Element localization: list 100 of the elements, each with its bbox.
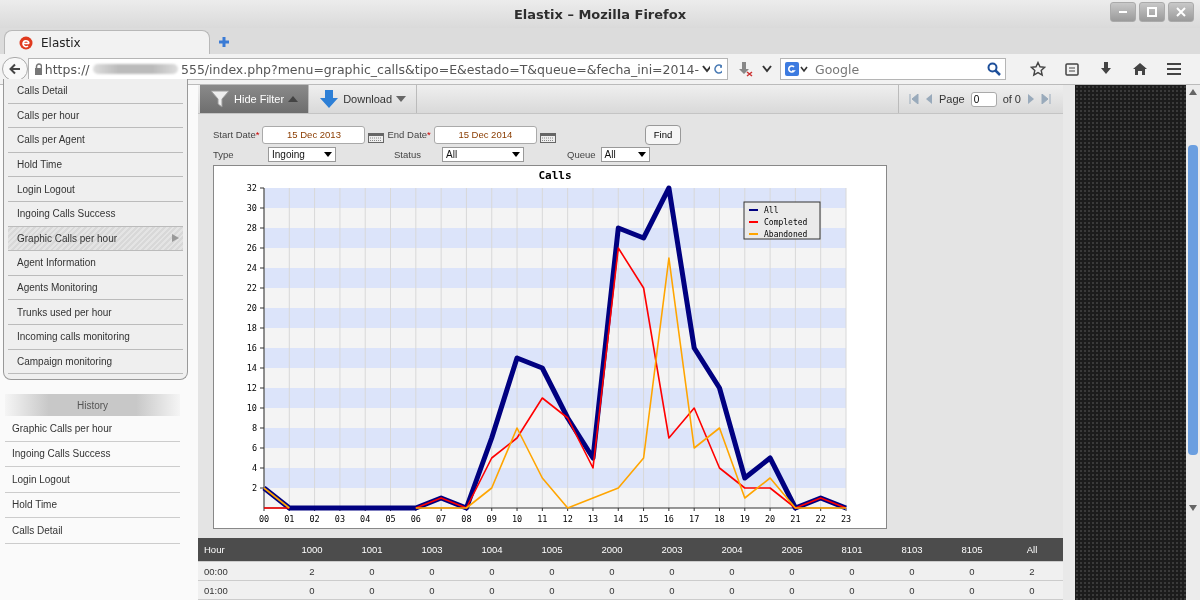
x-tick-label: 06 — [410, 514, 421, 524]
x-tick-label: 00 — [258, 514, 270, 524]
y-tick-label: 18 — [246, 323, 257, 333]
x-tick-label: 12 — [562, 514, 573, 524]
history-link[interactable]: Ingoing Calls Success — [5, 441, 180, 468]
x-tick-label: 16 — [663, 514, 674, 524]
type-label: Type — [213, 148, 235, 160]
column-header: Hour — [203, 544, 226, 555]
table-cell-text: 2 — [1028, 565, 1036, 577]
table-cell-text: 0 — [908, 565, 916, 577]
table-cell-text: 0 — [908, 584, 916, 596]
address-field[interactable]: https:// 555/index.php?menu=graphic_calls&tipo=E&estado=T&queue=&fecha_ini=2014- — [28, 58, 728, 80]
x-tick-label: 15 — [638, 514, 649, 524]
queue-label: Queue — [567, 148, 596, 160]
x-tick-label: 11 — [537, 514, 548, 524]
x-tick-label: 17 — [689, 514, 700, 524]
x-tick-label: 07 — [436, 514, 447, 524]
y-tick-label: 14 — [246, 363, 257, 373]
url-scheme: https:// — [44, 61, 90, 77]
history-link[interactable]: Hold Time — [5, 492, 180, 519]
table-cell-text: 0 — [308, 584, 316, 596]
type-select[interactable]: Ingoing — [268, 146, 336, 162]
x-tick-label: 18 — [714, 514, 725, 524]
end-date-field[interactable]: 15 Dec 2014 — [433, 125, 537, 144]
y-tick-label: 10 — [246, 403, 257, 413]
column-header: 2005 — [780, 544, 804, 555]
download-button[interactable]: Download — [309, 85, 418, 113]
table-cell-text: 0 — [788, 584, 796, 596]
start-date-label: Start Date* — [213, 129, 260, 140]
y-tick-label: 4 — [251, 463, 257, 473]
y-tick-label: 22 — [246, 283, 257, 293]
history-link[interactable]: Calls Detail — [5, 518, 180, 544]
y-tick-label: 2 — [251, 483, 257, 493]
table-cell-text: 0 — [428, 565, 436, 577]
table-cell-text: 2 — [308, 565, 316, 577]
x-tick-label: 10 — [511, 514, 523, 524]
table-cell-text: 0 — [428, 584, 436, 596]
table-cell-text: 0 — [368, 584, 376, 596]
table-cell-text: 0 — [608, 565, 616, 577]
menu-item[interactable]: Agents Monitoring — [8, 275, 183, 301]
menu-item[interactable]: Calls per Agent — [8, 128, 183, 153]
y-tick-label: 32 — [246, 183, 257, 193]
table-cell-text: 0 — [608, 584, 616, 596]
page-input[interactable]: 0 — [970, 91, 997, 107]
menu-item[interactable]: Campaign monitoring — [8, 349, 183, 375]
y-tick-label: 6 — [251, 443, 257, 453]
column-header: 2004 — [720, 544, 744, 555]
y-tick-label: 8 — [251, 423, 257, 433]
menu-item[interactable]: Incoming calls monitoring — [8, 324, 183, 350]
x-tick-label: 02 — [309, 514, 320, 524]
browser-tab[interactable]: Elastix — [4, 30, 210, 54]
y-tick-label: 20 — [246, 303, 257, 313]
y-tick-label: 24 — [246, 263, 257, 273]
window-title: Elastix – Mozilla Firefox — [513, 6, 687, 22]
table-cell-text: 0 — [788, 565, 796, 577]
menu-item[interactable]: Ingoing Calls Success — [8, 201, 183, 227]
status-select[interactable]: All — [442, 146, 524, 162]
hide-filter-button[interactable]: Hide Filter — [200, 85, 310, 113]
menu-item[interactable]: Trunks used per hour — [8, 300, 183, 325]
table-cell-text: 0 — [848, 584, 856, 596]
y-tick-label: 30 — [246, 203, 257, 213]
legend-label: All — [764, 206, 779, 215]
find-button[interactable]: Find — [644, 124, 682, 145]
column-header: All — [1025, 544, 1039, 555]
table-cell-text: 0 — [668, 584, 676, 596]
menu-item[interactable]: Hold Time — [8, 152, 183, 178]
history-link[interactable]: Graphic Calls per hour — [5, 416, 180, 442]
y-tick-label: 16 — [246, 343, 257, 353]
column-header: 1001 — [360, 544, 384, 555]
history-header: History — [5, 394, 180, 417]
menu-item[interactable]: Agent Information — [8, 251, 183, 276]
table-cell-text: 0 — [728, 565, 736, 577]
menu-item[interactable]: Calls Detail — [8, 79, 183, 104]
x-tick-label: 03 — [334, 514, 346, 524]
x-tick-label: 09 — [486, 514, 497, 524]
legend-label: Abandoned — [764, 230, 808, 239]
queue-select[interactable]: All — [600, 146, 650, 162]
x-tick-label: 05 — [385, 514, 396, 524]
search-field[interactable]: Google — [780, 58, 1006, 80]
x-tick-label: 20 — [764, 514, 776, 524]
start-date-field[interactable]: 15 Dec 2013 — [262, 125, 366, 144]
x-tick-label: 21 — [790, 514, 801, 524]
table-cell-text: 0 — [848, 565, 856, 577]
history-link[interactable]: Login Logout — [5, 467, 180, 493]
table-cell-text: 00:00 — [203, 565, 229, 577]
menu-item[interactable]: Login Logout — [8, 177, 183, 202]
table-cell-text: 0 — [668, 565, 676, 577]
x-tick-label: 13 — [587, 514, 599, 524]
column-header: 1003 — [420, 544, 444, 555]
table-cell-text: 0 — [548, 565, 556, 577]
menu-item[interactable]: Graphic Calls per hour — [8, 226, 183, 252]
table-cell-text: 0 — [968, 584, 976, 596]
x-tick-label: 04 — [360, 514, 371, 524]
table-cell-text: 0 — [488, 584, 496, 596]
end-date-label: End Date* — [387, 129, 431, 140]
page-count: of 0 — [1002, 93, 1021, 105]
x-tick-label: 01 — [284, 514, 295, 524]
column-header: 1000 — [300, 544, 324, 555]
menu-item[interactable]: Calls per hour — [8, 103, 183, 129]
table-cell-text: 0 — [968, 565, 976, 577]
